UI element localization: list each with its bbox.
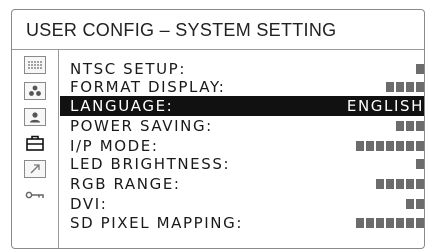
- value-level-indicator: [356, 141, 424, 151]
- level-block: [386, 218, 394, 228]
- menu-item-label: LANGUAGE:: [70, 97, 174, 115]
- level-block: [396, 121, 404, 131]
- level-block: [356, 141, 364, 151]
- key-icon[interactable]: [24, 186, 46, 204]
- level-block: [416, 82, 424, 92]
- value-level-indicator: [356, 218, 424, 228]
- level-block: [406, 82, 414, 92]
- level-block: [356, 218, 364, 228]
- level-block: [396, 179, 404, 189]
- status-grid-icon[interactable]: [24, 56, 46, 74]
- level-block: [376, 141, 384, 151]
- menu-item-label: RGB RANGE:: [70, 175, 181, 193]
- level-block: [396, 141, 404, 151]
- level-block: [396, 82, 404, 92]
- page-title: USER CONFIG – SYSTEM SETTING: [12, 10, 424, 50]
- level-block: [406, 218, 414, 228]
- level-block: [396, 218, 404, 228]
- value-level-indicator: [406, 199, 424, 209]
- level-block: [416, 141, 424, 151]
- level-block: [416, 64, 424, 74]
- menu-item-label: FORMAT DISPLAY:: [70, 78, 226, 96]
- value-level-indicator: [376, 179, 424, 189]
- value-level-indicator: [396, 121, 424, 131]
- level-block: [386, 179, 394, 189]
- toolbox-icon[interactable]: [24, 134, 46, 152]
- level-block: [416, 121, 424, 131]
- menu-item[interactable]: LED BRIGHTNESS:: [60, 154, 424, 174]
- level-block: [406, 121, 414, 131]
- category-sidebar: [12, 50, 59, 248]
- level-block: [366, 218, 374, 228]
- color-dots-icon[interactable]: [24, 82, 46, 100]
- user-profile-icon[interactable]: [24, 108, 46, 126]
- level-block: [376, 218, 384, 228]
- level-block: [366, 141, 374, 151]
- level-block: [406, 199, 414, 209]
- level-block: [416, 159, 424, 169]
- level-block: [376, 179, 384, 189]
- menu-item[interactable]: NTSC SETUP:: [60, 59, 424, 79]
- value-level-indicator: [416, 64, 424, 74]
- menu-item-label: LED BRIGHTNESS:: [70, 155, 231, 173]
- external-link-icon[interactable]: [24, 160, 46, 178]
- menu-item-label: POWER SAVING:: [70, 117, 213, 135]
- menu-item-label: NTSC SETUP:: [70, 60, 186, 78]
- menu-item[interactable]: LANGUAGE: ENGLISH: [60, 96, 424, 116]
- menu-item[interactable]: I/P MODE:: [60, 136, 424, 156]
- menu-item[interactable]: POWER SAVING:: [60, 116, 424, 136]
- menu-item-label: DVI:: [70, 195, 108, 213]
- value-level-indicator: [386, 82, 424, 92]
- menu-item-label: SD PIXEL MAPPING:: [70, 214, 244, 232]
- value-level-indicator: [416, 159, 424, 169]
- menu-item[interactable]: DVI:: [60, 194, 424, 214]
- settings-list: NTSC SETUP: FORMAT DISPLAY: LANGUAGE: ENGLI…: [60, 50, 424, 248]
- level-block: [386, 82, 394, 92]
- level-block: [416, 218, 424, 228]
- settings-panel: USER CONFIG – SYSTEM SETTING NTSC SETUP:…: [11, 9, 425, 249]
- level-block: [406, 179, 414, 189]
- level-block: [416, 199, 424, 209]
- menu-item-label: I/P MODE:: [70, 137, 159, 155]
- menu-item[interactable]: FORMAT DISPLAY:: [60, 77, 424, 97]
- menu-item[interactable]: RGB RANGE:: [60, 174, 424, 194]
- menu-item-value: ENGLISH: [346, 97, 424, 115]
- level-block: [406, 141, 414, 151]
- level-block: [386, 141, 394, 151]
- menu-item[interactable]: SD PIXEL MAPPING:: [60, 213, 424, 233]
- level-block: [416, 179, 424, 189]
